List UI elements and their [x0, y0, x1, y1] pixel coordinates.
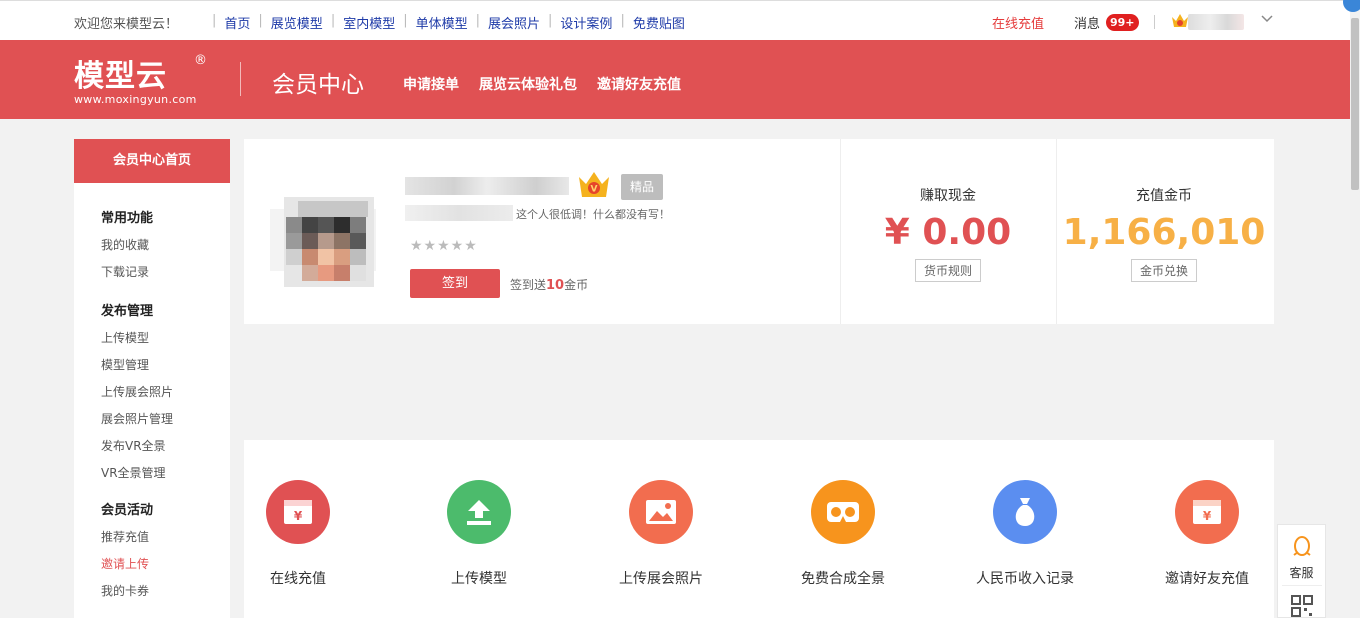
profile-card: V 精品 这个人很低调！什么都没有写！ ★★★★★ 签到 签到送10金币 赚取现…: [244, 139, 1274, 324]
welcome-text: 欢迎您来模型云！: [74, 17, 179, 32]
sidebar-item-upload-model[interactable]: 上传模型: [101, 325, 230, 352]
floating-service-panel: 客服: [1277, 524, 1326, 618]
chevron-down-icon[interactable]: [1260, 11, 1274, 29]
sign-in-button[interactable]: 签到: [410, 269, 500, 298]
sign-in-tip: 签到送10金币: [510, 278, 589, 293]
sidebar-group-activities: 会员活动 推荐充值 邀请上传 我的卡券: [74, 497, 230, 605]
sidebar-item-publish-vr[interactable]: 发布VR全景: [101, 433, 230, 460]
top-nav-free-textures[interactable]: 免费贴图: [633, 13, 685, 32]
svg-text:¥: ¥: [1203, 509, 1212, 523]
sidebar-item-expo-photo-management[interactable]: 展会照片管理: [101, 406, 230, 433]
vip-crown-icon: [1170, 11, 1190, 35]
profile-motto: 这个人很低调！什么都没有写！: [516, 208, 670, 221]
page-scrollbar[interactable]: [1350, 0, 1360, 618]
premium-badge: 精品: [621, 174, 663, 200]
top-nav-expo-photos[interactable]: 展会照片: [488, 13, 540, 32]
member-header: 模型云 ® www.moxingyun.com 会员中心 申请接单 展览云体验礼…: [0, 40, 1350, 119]
coins-label: 充值金币: [1136, 188, 1192, 204]
action-upload-model[interactable]: 上传模型: [394, 480, 564, 588]
qr-code-icon[interactable]: [1291, 595, 1313, 618]
top-nav: | 首页 | 展览模型 | 室内模型 | 单体模型 | 展会照片 | 设计案例 …: [212, 13, 685, 32]
currency-rules-link[interactable]: 货币规则: [914, 259, 981, 282]
sidebar-item-favorites[interactable]: 我的收藏: [101, 232, 230, 259]
profile-username-blurred: [405, 177, 569, 195]
top-bar: 欢迎您来模型云！ | 首页 | 展览模型 | 室内模型 | 单体模型 | 展会照…: [0, 0, 1350, 40]
action-invite-recharge[interactable]: ¥ 邀请好友充值: [1122, 480, 1292, 588]
sidebar-item-downloads[interactable]: 下载记录: [101, 259, 230, 286]
upload-icon: [447, 480, 511, 544]
page-title: 会员中心: [272, 72, 364, 98]
action-online-recharge[interactable]: ¥ 在线充值: [213, 480, 383, 588]
earned-cash-value: ¥ 0.00: [884, 212, 1012, 253]
money-bag-icon: [993, 480, 1057, 544]
coins-panel: 充值金币 1,166,010 金币兑换: [1056, 139, 1272, 324]
sidebar-item-vr-management[interactable]: VR全景管理: [101, 460, 230, 487]
vr-glasses-icon: [811, 480, 875, 544]
earned-cash-label: 赚取现金: [920, 188, 976, 204]
top-nav-design-cases[interactable]: 设计案例: [560, 13, 612, 32]
top-nav-home[interactable]: 首页: [224, 13, 250, 32]
svg-text:¥: ¥: [294, 509, 303, 523]
sidebar-item-upload-expo-photo[interactable]: 上传展会照片: [101, 379, 230, 406]
top-nav-single-models[interactable]: 单体模型: [416, 13, 468, 32]
rating-stars: ★★★★★: [410, 238, 478, 254]
yen-card-icon: ¥: [1175, 480, 1239, 544]
earned-cash-panel: 赚取现金 ¥ 0.00 货币规则: [840, 139, 1056, 324]
sidebar-item-my-coupons[interactable]: 我的卡券: [101, 578, 230, 605]
qq-penguin-icon: [1292, 536, 1311, 556]
sidebar-group-title: 会员活动: [101, 503, 154, 518]
header-nav-trial-gift[interactable]: 展览云体验礼包: [479, 74, 577, 94]
vip-crown-icon: V: [576, 167, 612, 207]
top-nav-interior-models[interactable]: 室内模型: [343, 13, 395, 32]
username-blurred[interactable]: [1188, 14, 1244, 30]
action-rmb-income-record[interactable]: 人民币收入记录: [940, 480, 1110, 588]
header-nav-invite-recharge[interactable]: 邀请好友充值: [597, 74, 681, 94]
action-upload-expo-photo[interactable]: 上传展会照片: [576, 480, 746, 588]
quick-actions: ¥ 在线充值 上传模型 上传展会照片 免费合成全景 人民币收入记录 ¥ 邀请好友…: [244, 440, 1274, 618]
messages-link[interactable]: 消息: [1074, 13, 1100, 32]
sidebar-group-title: 常用功能: [101, 211, 154, 226]
sidebar-group-publish: 发布管理 上传模型 模型管理 上传展会照片 展会照片管理 发布VR全景 VR全景…: [74, 298, 230, 487]
top-nav-exhibition-models[interactable]: 展览模型: [271, 13, 323, 32]
avatar[interactable]: [270, 181, 376, 287]
sidebar: 会员中心首页 常用功能 我的收藏 下载记录 发布管理 上传模型 模型管理 上传展…: [74, 139, 230, 618]
sidebar-group-title: 发布管理: [101, 304, 154, 319]
scrollbar-thumb[interactable]: [1351, 18, 1359, 190]
header-divider: [240, 62, 241, 96]
site-logo[interactable]: 模型云 ® www.moxingyun.com: [74, 51, 207, 106]
sidebar-item-invite-upload[interactable]: 邀请上传: [101, 551, 230, 578]
sidebar-item-recommend-recharge[interactable]: 推荐充值: [101, 524, 230, 551]
action-free-panorama[interactable]: 免费合成全景: [758, 480, 928, 588]
image-icon: [629, 480, 693, 544]
coins-value: 1,166,010: [1062, 212, 1266, 253]
coins-exchange-link[interactable]: 金币兑换: [1130, 259, 1197, 282]
sidebar-group-common: 常用功能 我的收藏 下载记录: [74, 205, 230, 286]
header-nav: 申请接单 展览云体验礼包 邀请好友充值: [403, 74, 681, 94]
header-nav-apply-orders[interactable]: 申请接单: [403, 74, 459, 94]
yen-card-icon: ¥: [266, 480, 330, 544]
profile-id-blurred: [405, 205, 513, 221]
messages-count-badge: 99+: [1106, 14, 1139, 31]
customer-service-button[interactable]: 客服: [1278, 535, 1325, 581]
online-recharge-link[interactable]: 在线充值: [992, 13, 1044, 32]
sidebar-home[interactable]: 会员中心首页: [74, 139, 230, 183]
svg-text:V: V: [591, 185, 598, 195]
sidebar-item-model-management[interactable]: 模型管理: [101, 352, 230, 379]
